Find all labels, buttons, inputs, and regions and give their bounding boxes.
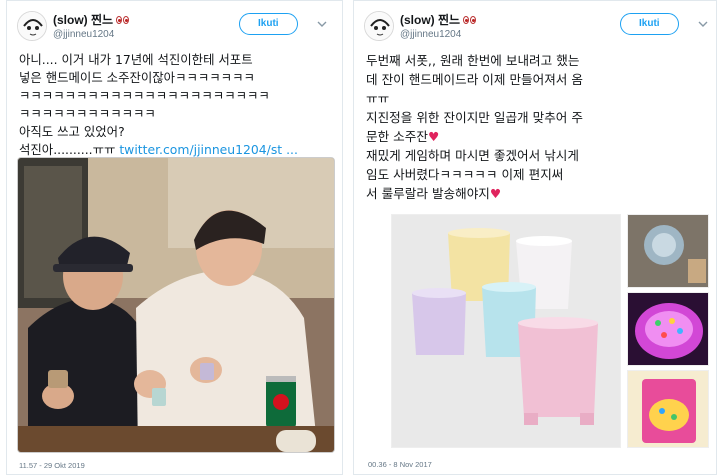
tweet-line: 아니.... 이거 내가 17년에 석진이한테 서포트 bbox=[19, 52, 253, 67]
tweet-line: 데 잔이 핸드메이드라 이제 만들어져서 옴 bbox=[366, 72, 583, 87]
tweet-header: (slow) 찐느 @jjinneu1204 Ikuti bbox=[17, 9, 332, 43]
tweet-photo[interactable] bbox=[627, 214, 709, 288]
user-handle[interactable]: @jjinneu1204 bbox=[53, 29, 130, 40]
chevron-down-icon[interactable] bbox=[698, 19, 708, 29]
display-name-text: (slow) 찐느 bbox=[400, 13, 461, 27]
tweet-header: (slow) 찐느 @jjinneu1204 Ikuti bbox=[364, 9, 708, 43]
tweet-line: 넣은 핸드메이드 소주잔이잖아ㅋㅋㅋㅋㅋㅋㅋ bbox=[19, 70, 255, 85]
two-hearts-emoji-icon: ♥ bbox=[489, 186, 502, 201]
photo-fishing-game-lit bbox=[628, 293, 708, 365]
eyes-emoji-icon bbox=[463, 15, 477, 24]
author-names: (slow) 찐느 @jjinneu1204 bbox=[53, 11, 130, 40]
tweet-line-text: 문한 소주잔 bbox=[366, 129, 428, 144]
avatar[interactable] bbox=[364, 11, 394, 41]
display-name[interactable]: (slow) 찐느 bbox=[400, 11, 477, 28]
heart-emoji-icon: ♥ bbox=[427, 129, 440, 144]
photo-fishing-game-box bbox=[628, 215, 708, 287]
tweet-line: 재밌게 게임하며 마시면 좋겠어서 낚시게 bbox=[366, 148, 579, 163]
tweet-line: 두번째 서폿,, 원래 한번에 보내려고 했는 bbox=[366, 53, 580, 68]
avatar[interactable] bbox=[17, 11, 47, 41]
eyes-emoji-icon bbox=[116, 15, 130, 24]
tweet-photo[interactable] bbox=[627, 292, 709, 366]
tweet-line-text: 석진아..........ㅠㅠ bbox=[19, 142, 120, 157]
tweet-line: ㅋㅋㅋㅋㅋㅋㅋㅋㅋㅋㅋㅋㅋㅋㅋㅋㅋㅋㅋㅋㅋㅋ bbox=[19, 88, 270, 103]
display-name[interactable]: (slow) 찐느 bbox=[53, 11, 130, 28]
tweet-photo[interactable] bbox=[17, 157, 335, 453]
author-names: (slow) 찐느 @jjinneu1204 bbox=[400, 11, 477, 40]
tweet-photo-grid bbox=[391, 214, 709, 448]
tweet-card-2: (slow) 찐느 @jjinneu1204 Ikuti 두번째 서폿,, 원래… bbox=[353, 0, 717, 475]
tweet-line: 임도 사버렸다ㅋㅋㅋㅋㅋ 이제 편지써 bbox=[366, 167, 564, 182]
avatar-icon bbox=[365, 12, 393, 40]
user-handle[interactable]: @jjinneu1204 bbox=[400, 29, 477, 40]
tweet-line: 아직도 쓰고 있었어? bbox=[19, 124, 125, 139]
photo-two-men-toasting bbox=[18, 158, 334, 452]
chevron-down-icon[interactable] bbox=[317, 19, 327, 29]
follow-button[interactable]: Ikuti bbox=[239, 13, 298, 35]
tweet-text: 두번째 서폿,, 원래 한번에 보내려고 했는 데 잔이 핸드메이드라 이제 만… bbox=[366, 51, 708, 203]
tweet-link[interactable]: twitter.com/jjinneu1204/st ... bbox=[119, 142, 298, 157]
tweet-timestamp[interactable]: 00.36 - 8 Nov 2017 bbox=[368, 460, 432, 469]
tweet-line: 문한 소주잔♥ bbox=[366, 127, 708, 146]
tweet-line: 지진정을 위한 잔이지만 일곱개 맞추어 주 bbox=[366, 110, 583, 125]
tweet-photo[interactable] bbox=[627, 370, 709, 448]
display-name-text: (slow) 찐느 bbox=[53, 13, 114, 27]
photo-ceramic-cups bbox=[392, 215, 620, 447]
tweet-timestamp[interactable]: 11.57 - 29 Okt 2019 bbox=[19, 461, 85, 470]
tweet-card-1: (slow) 찐느 @jjinneu1204 Ikuti 아니.... 이거 내… bbox=[6, 0, 343, 475]
follow-button[interactable]: Ikuti bbox=[620, 13, 679, 35]
avatar-icon bbox=[18, 12, 46, 40]
tweet-text: 아니.... 이거 내가 17년에 석진이한테 서포트 넣은 핸드메이드 소주잔… bbox=[19, 51, 334, 159]
photo-fishing-game-package bbox=[628, 371, 708, 447]
tweet-line: 서 룰루랄라 발송해야지♥ bbox=[366, 184, 708, 203]
tweet-line-text: 서 룰루랄라 발송해야지 bbox=[366, 186, 490, 201]
tweet-line: ㅠㅠ bbox=[366, 91, 390, 106]
tweet-photo[interactable] bbox=[391, 214, 621, 448]
screenshot: (slow) 찐느 @jjinneu1204 Ikuti 아니.... 이거 내… bbox=[0, 0, 720, 475]
tweet-line: ㅋㅋㅋㅋㅋㅋㅋㅋㅋㅋㅋㅋ bbox=[19, 106, 156, 121]
